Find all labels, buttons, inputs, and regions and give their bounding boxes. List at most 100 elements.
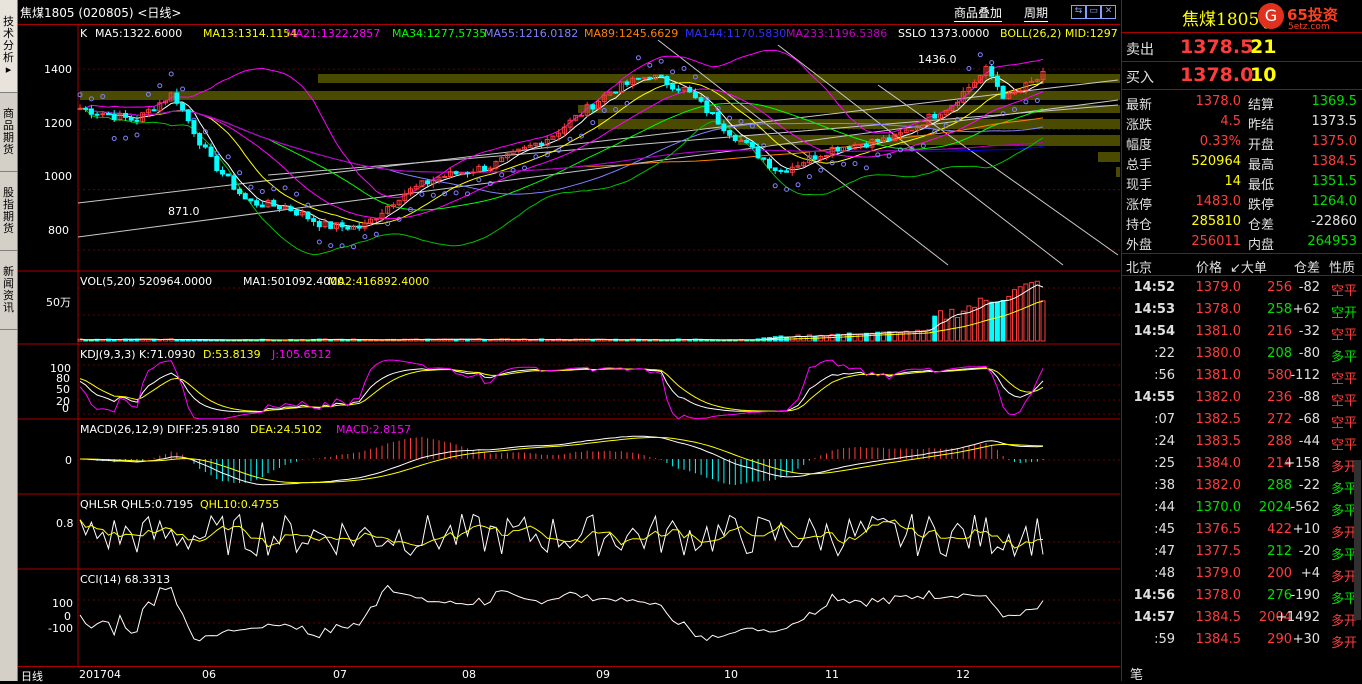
tick-row[interactable]: :59 1384.5 290 +30 多开: [1122, 630, 1362, 651]
sell-row: 卖出 1378.5 21: [1122, 35, 1362, 61]
cci-line: [79, 584, 1044, 642]
period-link[interactable]: 周期: [1024, 4, 1049, 22]
tick-time: :56: [1154, 368, 1175, 383]
tick-price: 1384.5: [1195, 632, 1242, 647]
tick-volume: 272: [1267, 412, 1292, 427]
tick-header-price: 价格: [1196, 261, 1223, 276]
sell-label: 卖出: [1126, 42, 1154, 58]
stat-value: 14: [1224, 174, 1241, 189]
sidebar-tab-index-futures[interactable]: 股指期货: [0, 172, 17, 251]
tick-time: :24: [1154, 434, 1175, 449]
candle-body: [294, 210, 300, 216]
stat-value: 1384.5: [1311, 154, 1358, 169]
candle-body: [812, 155, 818, 160]
sar-dot: [772, 183, 778, 189]
tick-row[interactable]: 14:52 1379.0 256 -82 空平: [1122, 278, 1362, 299]
ma233-label: MA233:1196.5386: [786, 27, 887, 40]
tick-row[interactable]: :25 1384.0 214 +158 多开: [1122, 454, 1362, 475]
candle-body: [288, 206, 294, 212]
stat-row: 最新 1378.0 结算 1369.5: [1122, 92, 1362, 113]
tick-row[interactable]: :48 1379.0 200 +4 多开: [1122, 564, 1362, 585]
sar-dot: [282, 185, 288, 191]
stat-value: 1264.0: [1311, 194, 1358, 209]
tick-time: :48: [1154, 566, 1175, 581]
tick-row[interactable]: :56 1381.0 580 -112 空平: [1122, 366, 1362, 387]
tick-oi-change: -88: [1298, 390, 1320, 405]
volume-bar: [1000, 299, 1006, 342]
volume-ma2-line: [79, 300, 1044, 341]
tick-nature: 空平: [1330, 328, 1357, 343]
tick-scrollbar[interactable]: [1354, 460, 1361, 620]
tick-volume: 580: [1267, 368, 1292, 383]
stat-row: 涨跌 4.5 昨结 1373.5: [1122, 112, 1362, 133]
sidebar-tab-news[interactable]: 新闻资讯: [0, 251, 17, 330]
candle-body: [664, 76, 670, 86]
candle-body: [744, 139, 750, 143]
overlay-link[interactable]: 商品叠加: [954, 4, 1003, 22]
tick-oi-change: +30: [1292, 632, 1320, 647]
tick-header: 北京 价格 ↙大单 仓差 性质: [1122, 255, 1362, 276]
tick-time: :07: [1154, 412, 1175, 427]
tick-row[interactable]: :38 1382.0 288 -22 多平: [1122, 476, 1362, 497]
buy-volume: 10: [1250, 64, 1277, 86]
candle-body: [755, 146, 761, 159]
tick-row[interactable]: 14:56 1378.0 276 -190 多平: [1122, 586, 1362, 607]
tick-row[interactable]: :24 1383.5 288 -44 空平: [1122, 432, 1362, 453]
qhlsr-label: QHLSR QHL5:0.7195: [80, 498, 193, 511]
candle-body: [675, 88, 681, 91]
tick-row[interactable]: :45 1376.5 422 +10 多开: [1122, 520, 1362, 541]
candle-body: [835, 146, 841, 152]
ma144-label: MA144:1170.5830: [685, 27, 786, 40]
x-tick: 12: [956, 668, 970, 681]
sar-dot: [670, 69, 676, 75]
tick-oi-change: -22: [1298, 478, 1320, 493]
tick-row[interactable]: :22 1380.0 208 -80 多平: [1122, 344, 1362, 365]
tick-price: 1379.0: [1195, 566, 1242, 581]
candle-body: [105, 113, 111, 116]
stat-value: 1375.0: [1311, 134, 1358, 149]
sidebar-tab-technical[interactable]: 技术分析 ▸: [0, 0, 17, 93]
sslo-label: SSLO 1373.0000: [898, 27, 989, 40]
ma34-label: MA34:1277.5735: [392, 27, 486, 40]
candle-body: [470, 171, 476, 174]
x-tick: 10: [724, 668, 738, 681]
tick-volume: 288: [1267, 434, 1292, 449]
candle-body: [715, 112, 721, 125]
tick-row[interactable]: :47 1377.5 212 -20 多平: [1122, 542, 1362, 563]
candle-body: [83, 107, 89, 110]
tick-nature: 多开: [1330, 636, 1357, 651]
tick-row[interactable]: 14:54 1381.0 216 -32 空平: [1122, 322, 1362, 343]
candle-body: [214, 155, 220, 171]
tick-time: 14:52: [1133, 280, 1175, 295]
tick-volume: 290: [1267, 632, 1292, 647]
sar-dot: [351, 244, 356, 250]
boll-label: BOLL(26,2) MID:1297: [1000, 27, 1118, 40]
tick-row[interactable]: :07 1382.5 272 -68 空平: [1122, 410, 1362, 431]
candle-body: [863, 143, 869, 148]
tick-row[interactable]: 14:57 1384.5 2004 +1492 多开: [1122, 608, 1362, 629]
sidebar-tab-commodity[interactable]: 商品期货: [0, 93, 17, 172]
stat-row: 持仓 285810 仓差 -22860: [1122, 212, 1362, 233]
tick-row[interactable]: :44 1370.0 2024 -562 多平: [1122, 498, 1362, 519]
candle-body: [749, 141, 755, 148]
tick-volume: 2024: [1258, 500, 1292, 515]
window-restore-icon[interactable]: ⇆: [1071, 5, 1086, 19]
tick-time: :38: [1154, 478, 1175, 493]
volume-bar: [977, 297, 983, 342]
x-tick: 201704: [79, 668, 121, 681]
vol-label: VOL(5,20) 520964.0000: [80, 275, 212, 288]
x-tick: 11: [825, 668, 839, 681]
tick-row[interactable]: 14:53 1378.0 258 +62 空开: [1122, 300, 1362, 321]
candle-body: [453, 171, 459, 175]
chart-title: 焦煤1805 (020805) <日线>: [20, 6, 182, 20]
window-split-icon[interactable]: ▭: [1086, 5, 1101, 19]
tick-time: 14:54: [1133, 324, 1175, 339]
tick-row[interactable]: 14:55 1382.0 236 -88 空平: [1122, 388, 1362, 409]
sar-dot: [863, 165, 869, 171]
macd-value-label: MACD:2.8157: [336, 423, 411, 436]
sar-dot: [806, 174, 812, 180]
close-icon[interactable]: ✕: [1101, 5, 1116, 19]
tick-oi-change: -80: [1298, 346, 1320, 361]
y-tick: 1400: [44, 63, 72, 76]
kdj-d-label: D:53.8139: [203, 348, 261, 361]
